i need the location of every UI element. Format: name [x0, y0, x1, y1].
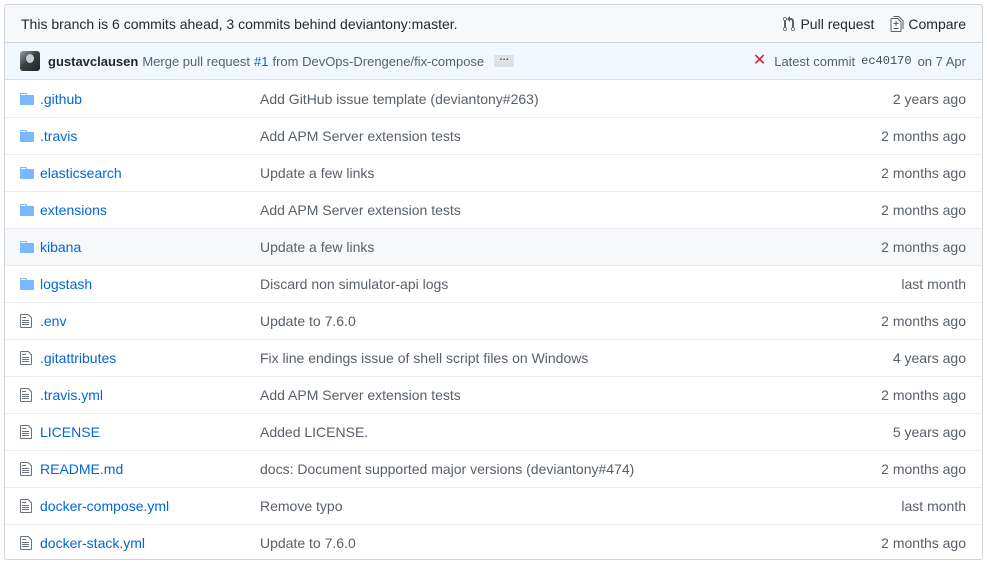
folder-icon: [20, 165, 40, 181]
file-navigation-box: gustavclausen Merge pull request #1 from…: [4, 42, 983, 560]
commit-age: 2 months ago: [881, 165, 966, 181]
commit-sha-link[interactable]: ec40170: [861, 54, 911, 68]
file-name-link[interactable]: .github: [40, 91, 260, 107]
commit-age: 4 years ago: [892, 350, 966, 366]
file-row[interactable]: .travis Add APM Server extension tests 2 m…: [5, 117, 982, 154]
latest-commit-bar: gustavclausen Merge pull request #1 from…: [5, 43, 982, 80]
commit-message-link[interactable]: Fix line endings issue of shell script f…: [260, 350, 893, 366]
folder-icon: [20, 202, 40, 218]
commit-message-link[interactable]: Update a few links: [260, 165, 881, 181]
commit-message-link[interactable]: Update to 7.6.0: [260, 313, 881, 329]
file-name-link[interactable]: .travis.yml: [40, 387, 260, 403]
file-row[interactable]: README.md docs: Document supported major …: [5, 450, 982, 487]
file-icon: [20, 387, 40, 403]
file-name-link[interactable]: LICENSE: [40, 424, 260, 440]
latest-commit-label: Latest commit: [774, 53, 856, 69]
file-row[interactable]: .github Add GitHub issue template (devian…: [5, 80, 982, 117]
commit-age: 2 years ago: [892, 90, 966, 107]
x-icon[interactable]: ✕: [753, 53, 766, 69]
commit-message-link[interactable]: Discard non simulator-api logs: [260, 276, 901, 292]
file-row[interactable]: extensions Add APM Server extension tests…: [5, 191, 982, 228]
commit-message-prefix[interactable]: Merge pull request: [142, 54, 250, 69]
commit-message-link[interactable]: Remove typo: [260, 498, 901, 514]
commit-message-link[interactable]: Add APM Server extension tests: [260, 387, 881, 403]
folder-icon: [20, 276, 40, 292]
commit-summary: gustavclausen Merge pull request #1 from…: [20, 51, 515, 71]
file-row[interactable]: elasticsearch Update a few links 2 months …: [5, 154, 982, 191]
avatar[interactable]: [20, 51, 40, 71]
file-icon: [20, 461, 40, 477]
branch-status-text: This branch is 6 commits ahead, 3 commit…: [21, 15, 458, 32]
commit-message-link[interactable]: Update a few links: [260, 239, 881, 255]
commit-message-link[interactable]: Update to 7.6.0: [260, 535, 881, 551]
commit-age: 2 months ago: [881, 313, 966, 329]
file-name-link[interactable]: logstash: [40, 276, 260, 292]
commit-age: 2 months ago: [881, 461, 966, 477]
folder-icon: [20, 91, 40, 107]
file-row[interactable]: .gitattributes Fix line endings issue of …: [5, 339, 982, 376]
file-icon: [20, 498, 40, 514]
file-name-link[interactable]: kibana: [40, 239, 260, 255]
file-row[interactable]: docker-compose.yml Remove typo last month: [5, 487, 982, 524]
pull-request-number-link[interactable]: #1: [254, 54, 268, 69]
file-row[interactable]: LICENSE Added LICENSE. 5 years ago: [5, 413, 982, 450]
commit-age: 2 months ago: [881, 128, 966, 144]
commit-date: on 7 Apr: [917, 53, 966, 69]
git-pull-request-icon: [783, 15, 796, 31]
commit-age: 2 months ago: [881, 387, 966, 403]
file-icon: [20, 535, 40, 551]
file-icon: [20, 424, 40, 440]
file-name-link[interactable]: .env: [40, 313, 260, 329]
file-name-link[interactable]: docker-compose.yml: [40, 498, 260, 514]
file-row[interactable]: docker-stack.yml Update to 7.6.0 2 months …: [5, 524, 982, 559]
commit-age: 5 years ago: [892, 424, 966, 440]
commit-age: 2 months ago: [881, 202, 966, 218]
commit-meta: ✕ Latest commit ec40170 on 7 Apr: [753, 53, 966, 69]
file-name-link[interactable]: extensions: [40, 202, 260, 218]
commit-age: 2 months ago: [881, 239, 966, 255]
compare-button[interactable]: Compare: [890, 15, 966, 32]
commit-age: last month: [901, 276, 966, 292]
commit-message-link[interactable]: Add APM Server extension tests: [260, 128, 881, 144]
commit-message-link[interactable]: Add APM Server extension tests: [260, 202, 881, 218]
file-row[interactable]: logstash Discard non simulator-api logs la…: [5, 265, 982, 302]
file-name-link[interactable]: .travis: [40, 128, 260, 144]
file-diff-icon: [890, 15, 904, 32]
commit-message-link[interactable]: Added LICENSE.: [260, 424, 893, 440]
commit-age: last month: [901, 498, 966, 514]
branch-actions: Pull request Compare: [782, 15, 966, 32]
file-name-link[interactable]: docker-stack.yml: [40, 535, 260, 551]
commit-age: 2 months ago: [881, 535, 966, 551]
file-row[interactable]: .env Update to 7.6.0 2 months ago: [5, 302, 982, 339]
file-list: .github Add GitHub issue template (devian…: [5, 80, 982, 559]
compare-label: Compare: [908, 15, 966, 32]
file-name-link[interactable]: elasticsearch: [40, 165, 260, 181]
commit-message-link[interactable]: docs: Document supported major versions …: [260, 461, 881, 477]
folder-icon: [20, 128, 40, 144]
folder-icon: [20, 239, 40, 255]
commit-message-suffix[interactable]: from DevOps-Drengene/fix-compose: [272, 54, 484, 69]
commit-message-link[interactable]: Add GitHub issue template (deviantony#26…: [260, 91, 893, 107]
branch-status-bar: This branch is 6 commits ahead, 3 commit…: [4, 4, 983, 42]
expand-commit-message-button[interactable]: …: [494, 53, 515, 67]
pull-request-label: Pull request: [800, 15, 875, 32]
commit-author-link[interactable]: gustavclausen: [48, 54, 138, 69]
file-icon: [20, 350, 40, 366]
file-icon: [20, 313, 40, 329]
file-name-link[interactable]: .gitattributes: [40, 350, 260, 366]
file-row[interactable]: .travis.yml Add APM Server extension test…: [5, 376, 982, 413]
file-name-link[interactable]: README.md: [40, 461, 260, 477]
pull-request-button[interactable]: Pull request: [782, 15, 875, 32]
file-row[interactable]: kibana Update a few links 2 months ago: [5, 228, 982, 265]
